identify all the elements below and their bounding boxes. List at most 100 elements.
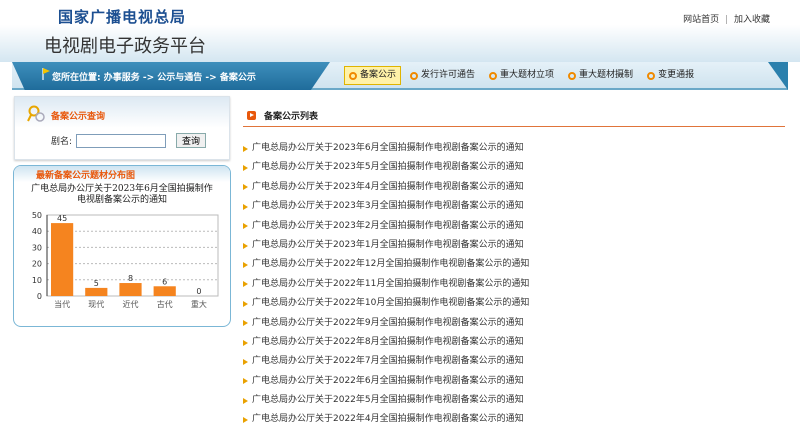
data-label: 8: [128, 274, 133, 283]
notice-link[interactable]: 广电总局办公厅关于2022年4月全国拍摄制作电视剧备案公示的通知: [252, 410, 524, 429]
org-name: 国家广播电视总局: [58, 8, 187, 26]
chart-title: 广电总局办公厅关于2023年6月全国拍摄制作电视剧备案公示的通知: [31, 184, 213, 205]
notice-item[interactable]: 广电总局办公厅关于2023年6月全国拍摄制作电视剧备案公示的通知: [243, 139, 785, 158]
notice-link[interactable]: 广电总局办公厅关于2023年2月全国拍摄制作电视剧备案公示的通知: [252, 217, 524, 236]
notice-list: 广电总局办公厅关于2023年6月全国拍摄制作电视剧备案公示的通知 广电总局办公厅关…: [243, 139, 785, 430]
list-header: 备案公示列表: [243, 105, 785, 127]
arrow-icon: [243, 378, 248, 385]
arrow-icon: [243, 417, 248, 424]
notice-item[interactable]: 广电总局办公厅关于2023年1月全国拍摄制作电视剧备案公示的通知: [243, 236, 785, 255]
nav-tabs: 备案公示 发行许可通告 重大题材立项 重大题材摄制 变更通报: [344, 66, 699, 85]
arrow-icon: [243, 262, 248, 269]
link-separator: |: [725, 15, 729, 25]
arrow-icon: [243, 281, 248, 288]
notice-item[interactable]: 广电总局办公厅关于2022年4月全国拍摄制作电视剧备案公示的通知: [243, 410, 785, 429]
notice-item[interactable]: 广电总局办公厅关于2022年9月全国拍摄制作电视剧备案公示的通知: [243, 314, 785, 333]
notice-link[interactable]: 广电总局办公厅关于2022年10月全国拍摄制作电视剧备案公示的通知: [252, 294, 529, 313]
ring-icon: [410, 71, 419, 80]
bookmark-link[interactable]: 加入收藏: [734, 15, 770, 25]
notice-link[interactable]: 广电总局办公厅关于2022年9月全国拍摄制作电视剧备案公示的通知: [252, 314, 524, 333]
top-links: 网站首页 | 加入收藏: [683, 12, 770, 25]
data-label: 45: [57, 214, 67, 223]
ring-icon: [647, 71, 656, 80]
nav-edge: [768, 62, 788, 90]
x-tick-label: 当代: [54, 299, 70, 309]
title-search-input[interactable]: [76, 133, 167, 148]
search-title: 备案公示查询: [51, 112, 106, 122]
flag-icon: [42, 68, 50, 80]
chart-panel: 最新备案公示题材分布图 广电总局办公厅关于2023年6月全国拍摄制作电视剧备案公…: [13, 165, 231, 327]
notice-item[interactable]: 广电总局办公厅关于2023年3月全国拍摄制作电视剧备案公示的通知: [243, 197, 785, 216]
notice-link[interactable]: 广电总局办公厅关于2022年12月全国拍摄制作电视剧备案公示的通知: [252, 255, 529, 274]
x-tick-label: 重大: [191, 299, 207, 309]
tab-change-report[interactable]: 变更通报: [642, 66, 699, 85]
y-tick-label: 20: [32, 260, 42, 269]
notice-link[interactable]: 广电总局办公厅关于2022年5月全国拍摄制作电视剧备案公示的通知: [252, 391, 524, 410]
bar: [51, 223, 74, 296]
home-link[interactable]: 网站首页: [683, 15, 719, 25]
notice-link[interactable]: 广电总局办公厅关于2023年4月全国拍摄制作电视剧备案公示的通知: [252, 178, 524, 197]
notice-item[interactable]: 广电总局办公厅关于2023年4月全国拍摄制作电视剧备案公示的通知: [243, 178, 785, 197]
data-label: 0: [196, 287, 201, 296]
arrow-icon: [243, 339, 248, 346]
notice-item[interactable]: 广电总局办公厅关于2022年8月全国拍摄制作电视剧备案公示的通知: [243, 333, 785, 352]
notice-item[interactable]: 广电总局办公厅关于2022年11月全国拍摄制作电视剧备案公示的通知: [243, 275, 785, 294]
breadcrumb: 您所在位置: 办事服务 -> 公示与通告 -> 备案公示: [52, 73, 256, 83]
notice-link[interactable]: 广电总局办公厅关于2023年6月全国拍摄制作电视剧备案公示的通知: [252, 139, 524, 158]
tab-label: 变更通报: [658, 70, 695, 80]
y-tick-label: 0: [37, 292, 42, 301]
notice-item[interactable]: 广电总局办公厅关于2022年6月全国拍摄制作电视剧备案公示的通知: [243, 372, 785, 391]
bar: [85, 287, 108, 296]
arrow-icon: [243, 358, 248, 365]
bar: [119, 283, 142, 296]
arrow-icon: [243, 242, 248, 249]
arrow-icon: [243, 165, 248, 172]
notice-link[interactable]: 广电总局办公厅关于2022年7月全国拍摄制作电视剧备案公示的通知: [252, 352, 524, 371]
x-tick-label: 现代: [88, 299, 104, 309]
list-title: 备案公示列表: [264, 112, 319, 122]
search-panel: 备案公示查询 剧名: 查询: [14, 96, 230, 160]
tab-filing-notice[interactable]: 备案公示: [344, 66, 402, 85]
notice-link[interactable]: 广电总局办公厅关于2023年3月全国拍摄制作电视剧备案公示的通知: [252, 197, 524, 216]
bar-chart: 0 10 20 30 40 50 45 当代 5 现代 8 近代 6 古代 0 重大: [32, 211, 219, 309]
play-icon: [247, 111, 256, 120]
tab-major-production[interactable]: 重大题材摄制: [563, 66, 638, 85]
tab-release-license[interactable]: 发行许可通告: [405, 66, 480, 85]
arrow-icon: [243, 397, 248, 404]
y-tick-label: 40: [32, 227, 42, 236]
notice-item[interactable]: 广电总局办公厅关于2023年5月全国拍摄制作电视剧备案公示的通知: [243, 158, 785, 177]
site-header: 国家广播电视总局 电视剧电子政务平台 网站首页 | 加入收藏: [0, 0, 800, 62]
x-tick-label: 近代: [123, 299, 139, 309]
ring-icon: [489, 71, 498, 80]
notice-item[interactable]: 广电总局办公厅关于2023年2月全国拍摄制作电视剧备案公示的通知: [243, 217, 785, 236]
filing-list-section: 备案公示列表 广电总局办公厅关于2023年6月全国拍摄制作电视剧备案公示的通知广…: [243, 105, 785, 430]
search-key-icon: [27, 105, 45, 122]
notice-item[interactable]: 广电总局办公厅关于2022年7月全国拍摄制作电视剧备案公示的通知: [243, 352, 785, 371]
nav-bar: 您所在位置: 办事服务 -> 公示与通告 -> 备案公示 备案公示 发行许可通告…: [12, 62, 788, 90]
notice-link[interactable]: 广电总局办公厅关于2022年6月全国拍摄制作电视剧备案公示的通知: [252, 372, 524, 391]
arrow-icon: [243, 145, 248, 152]
tab-major-project[interactable]: 重大题材立项: [484, 66, 559, 85]
x-tick-label: 古代: [157, 299, 173, 309]
ring-icon: [568, 71, 577, 80]
y-tick-label: 10: [32, 276, 42, 285]
notice-link[interactable]: 广电总局办公厅关于2023年1月全国拍摄制作电视剧备案公示的通知: [252, 236, 524, 255]
notice-item[interactable]: 广电总局办公厅关于2022年5月全国拍摄制作电视剧备案公示的通知: [243, 391, 785, 410]
title-label: 剧名:: [51, 137, 73, 147]
tab-label: 重大题材立项: [500, 70, 555, 80]
notice-item[interactable]: 广电总局办公厅关于2022年12月全国拍摄制作电视剧备案公示的通知: [243, 255, 785, 274]
query-button[interactable]: 查询: [176, 133, 207, 148]
chart-panel-heading: 最新备案公示题材分布图: [14, 166, 230, 182]
bar: [153, 286, 176, 296]
tab-label: 发行许可通告: [421, 70, 476, 80]
arrow-icon: [243, 320, 248, 327]
notice-link[interactable]: 广电总局办公厅关于2023年5月全国拍摄制作电视剧备案公示的通知: [252, 158, 524, 177]
arrow-icon: [243, 300, 248, 307]
ring-icon: [349, 71, 357, 80]
data-label: 5: [94, 279, 99, 288]
notice-link[interactable]: 广电总局办公厅关于2022年11月全国拍摄制作电视剧备案公示的通知: [252, 275, 529, 294]
notice-item[interactable]: 广电总局办公厅关于2022年10月全国拍摄制作电视剧备案公示的通知: [243, 294, 785, 313]
notice-link[interactable]: 广电总局办公厅关于2022年8月全国拍摄制作电视剧备案公示的通知: [252, 333, 524, 352]
data-label: 6: [162, 277, 167, 286]
y-tick-label: 30: [32, 243, 42, 252]
